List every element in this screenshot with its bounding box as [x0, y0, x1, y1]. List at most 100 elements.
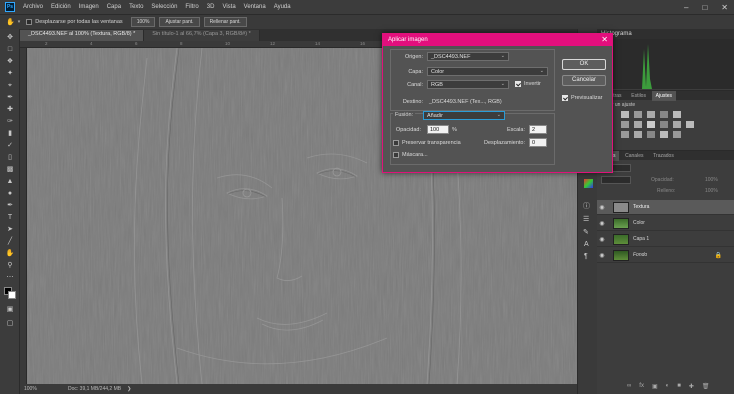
layer-name[interactable]: Capa 1 [633, 236, 649, 242]
posterize-adjust-icon[interactable] [634, 131, 642, 138]
history-brush-tool-icon[interactable]: ✓ [5, 141, 15, 150]
menu-imagen[interactable]: Imagen [75, 4, 103, 10]
brightness-adjust-icon[interactable] [621, 111, 629, 118]
layer-select[interactable]: Color ⌄ [427, 67, 548, 76]
blending-select[interactable]: Añadir ⌄ [423, 111, 505, 120]
move-tool-icon[interactable]: ✥ [5, 33, 15, 42]
more-tools-icon[interactable]: ⋯ [5, 273, 15, 282]
color-balance-adjust-icon[interactable] [634, 121, 642, 128]
photo-filter-adjust-icon[interactable] [660, 121, 668, 128]
crop-tool-icon[interactable]: ⌖ [5, 81, 15, 90]
quick-mask-icon[interactable]: ▣ [5, 305, 15, 314]
menu-capa[interactable]: Capa [103, 4, 125, 10]
link-layers-icon[interactable]: ∞ [627, 383, 631, 390]
layer-name[interactable]: Textura [633, 204, 649, 210]
healing-brush-tool-icon[interactable]: ✚ [5, 105, 15, 114]
menu-texto[interactable]: Texto [125, 4, 147, 10]
zoom-readout[interactable]: 100% [24, 386, 64, 392]
menu-ventana[interactable]: Ventana [240, 4, 270, 10]
blur-tool-icon[interactable]: ▲ [5, 177, 15, 186]
adjustment-layer-icon[interactable]: ◐ [666, 383, 670, 390]
line-tool-icon[interactable]: ╱ [5, 237, 15, 246]
paragraph-panel-icon[interactable]: ¶ [584, 253, 588, 260]
selective-color-adjust-icon[interactable] [660, 131, 668, 138]
mask-checkbox[interactable] [393, 152, 399, 158]
gradient-tool-icon[interactable]: ▩ [5, 165, 15, 174]
background-color-swatch[interactable] [8, 291, 16, 299]
info-panel-icon[interactable]: ⓘ [583, 201, 590, 211]
visibility-eye-icon[interactable]: ◉ [597, 220, 607, 227]
tab-channels[interactable]: Canales [621, 151, 647, 161]
hand-tool-icon[interactable]: ✋ [6, 18, 15, 26]
curves-adjust-icon[interactable] [647, 111, 655, 118]
blend-mode-select[interactable] [601, 176, 631, 184]
channel-select[interactable]: RGB ⌄ [427, 80, 509, 89]
tab-styles[interactable]: Estilos [627, 91, 650, 101]
dialog-titlebar[interactable]: Aplicar imagen ✕ [383, 34, 612, 46]
clone-stamp-tool-icon[interactable]: ▮ [5, 129, 15, 138]
group-icon[interactable]: ■ [677, 383, 681, 390]
invert-adjust-icon[interactable] [621, 131, 629, 138]
histogram-tab[interactable]: Histograma [597, 29, 734, 39]
scale-input[interactable]: 2 [529, 125, 547, 134]
menu-3d[interactable]: 3D [203, 4, 219, 10]
layer-row-capa-1[interactable]: ◉ Capa 1 [597, 232, 734, 247]
tool-preset-chevron-icon[interactable]: ▾ [18, 19, 21, 25]
fill-value[interactable]: 100% [705, 188, 718, 194]
scroll-all-checkbox[interactable] [26, 19, 33, 25]
cancel-button[interactable]: Cancelar [562, 75, 606, 86]
eraser-tool-icon[interactable]: ▯ [5, 153, 15, 162]
layer-style-icon[interactable]: fx [639, 383, 644, 390]
layer-name[interactable]: Color [633, 220, 645, 226]
threshold-adjust-icon[interactable] [647, 131, 655, 138]
tab-adjustments[interactable]: Ajustes [651, 91, 677, 101]
layer-name[interactable]: Fondo [633, 252, 647, 258]
zoom-100-button[interactable]: 100% [130, 17, 156, 27]
screen-mode-icon[interactable]: ▢ [5, 319, 15, 328]
menu-vista[interactable]: Vista [218, 4, 239, 10]
hue-sat-adjust-icon[interactable] [621, 121, 629, 128]
menu-seleccion[interactable]: Selección [147, 4, 181, 10]
properties-panel-icon[interactable]: ☰ [583, 215, 589, 223]
ok-button[interactable]: OK [562, 59, 606, 70]
visibility-eye-icon[interactable]: ◉ [597, 252, 607, 259]
layer-row-fondo[interactable]: ◉ Fondo 🔒 [597, 248, 734, 263]
source-select[interactable]: _DSC4493.NEF ⌄ [427, 52, 509, 61]
color-panel-icon[interactable] [584, 179, 593, 188]
close-window-icon[interactable]: ✕ [721, 3, 728, 12]
tab-paths[interactable]: Trazados [649, 151, 678, 161]
quick-select-tool-icon[interactable]: ✦ [5, 69, 15, 78]
visibility-eye-icon[interactable]: ◉ [597, 236, 607, 243]
minimize-icon[interactable]: – [684, 3, 688, 12]
visibility-eye-icon[interactable]: ◉ [597, 204, 607, 211]
zoom-tool-icon[interactable]: ⚲ [5, 261, 15, 270]
vibrance-adjust-icon[interactable] [673, 111, 681, 118]
paths-panel-icon[interactable]: ✎ [583, 228, 589, 236]
marquee-tool-icon[interactable]: □ [5, 45, 15, 54]
dodge-tool-icon[interactable]: ● [5, 189, 15, 198]
opacity-input[interactable]: 100 [427, 125, 449, 134]
levels-adjust-icon[interactable] [634, 111, 642, 118]
brush-tool-icon[interactable]: ✑ [5, 117, 15, 126]
delete-layer-icon[interactable]: 🗑 [702, 383, 710, 390]
character-panel-icon[interactable]: A [584, 241, 589, 248]
menu-edicion[interactable]: Edición [47, 4, 75, 10]
channel-mixer-adjust-icon[interactable] [673, 121, 681, 128]
new-layer-icon[interactable]: ✚ [689, 383, 694, 390]
close-icon[interactable]: ✕ [601, 35, 608, 44]
menu-archivo[interactable]: Archivo [19, 4, 47, 10]
pen-tool-icon[interactable]: ✒ [5, 201, 15, 210]
fill-screen-button[interactable]: Rellenar pant. [203, 17, 247, 27]
menu-filtro[interactable]: Filtro [181, 4, 202, 10]
lookup-adjust-icon[interactable] [686, 121, 694, 128]
fit-screen-button[interactable]: Ajustar pant. [159, 17, 200, 27]
layer-row-color[interactable]: ◉ Color [597, 216, 734, 231]
document-tab-active[interactable]: _DSC4493.NEF al 100% (Textura, RGB/8) * [20, 30, 145, 41]
opacity-value[interactable]: 100% [705, 177, 718, 183]
document-tab-inactive[interactable]: Sin título-1 al 66,7% (Capa 3, RGB/8#) * [144, 30, 260, 41]
layer-row-textura[interactable]: ◉ Textura [597, 200, 734, 215]
bw-adjust-icon[interactable] [647, 121, 655, 128]
hand-tool-active-icon[interactable]: ✋ [5, 249, 15, 258]
exposure-adjust-icon[interactable] [660, 111, 668, 118]
maximize-icon[interactable]: □ [702, 3, 707, 12]
